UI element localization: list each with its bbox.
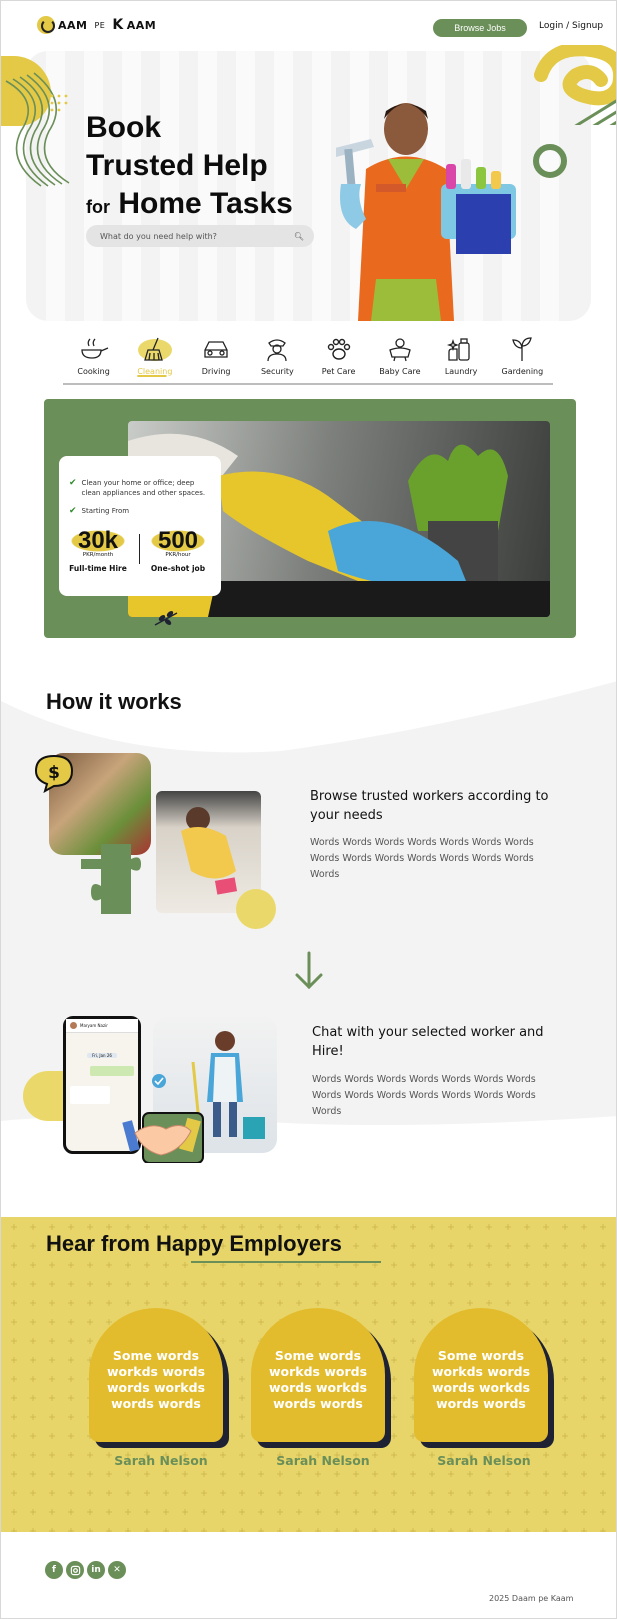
- category-driving[interactable]: Driving: [186, 335, 247, 383]
- social-links: f in ✕: [45, 1561, 126, 1579]
- chat-contact-name: Maryam Nazir: [80, 1023, 108, 1028]
- category-gardening[interactable]: Gardening: [492, 335, 553, 383]
- logo-text-3: K: [112, 17, 124, 33]
- promo-point-text: Clean your home or office; deep clean ap…: [81, 479, 206, 497]
- hero-title-for: for: [86, 197, 110, 217]
- category-bar: Cooking Cleaning Driving Security Pet Ca…: [63, 335, 553, 385]
- decor-yellow-circle: [236, 889, 276, 929]
- facebook-icon[interactable]: f: [45, 1561, 63, 1579]
- stat-one-shot: 500 PKR/hour One-shot job: [145, 528, 211, 573]
- category-label: Cleaning: [137, 367, 173, 376]
- copyright-text: 2025 Daam pe Kaam: [489, 1594, 574, 1603]
- linkedin-icon[interactable]: in: [87, 1561, 105, 1579]
- paw-icon: [322, 335, 356, 363]
- category-label: Security: [260, 367, 294, 376]
- hero-title-line3: for Home Tasks: [86, 185, 293, 226]
- promo-info-card: ✔ Clean your home or office; deep clean …: [59, 456, 221, 596]
- category-cleaning[interactable]: Cleaning: [124, 335, 185, 383]
- step2-title: Chat with your selected worker and Hire!: [312, 1025, 544, 1059]
- svg-text:$: $: [48, 763, 60, 783]
- detergent-icon: [444, 335, 478, 363]
- hero-title-line1: Book: [86, 111, 161, 144]
- testimonial-card: Some words workds words words workds wor…: [414, 1308, 554, 1448]
- testimonials-title-underline: [191, 1261, 381, 1263]
- category-label: Laundry: [444, 367, 478, 376]
- check-icon: ✔: [69, 478, 77, 488]
- guard-icon: [260, 335, 294, 363]
- stat-unit: PKR/month: [82, 552, 114, 558]
- category-security[interactable]: Security: [247, 335, 308, 383]
- search-input[interactable]: [100, 231, 294, 241]
- hero-title: Book Trusted Help for Home Tasks: [86, 109, 293, 226]
- check-icon: ✔: [69, 506, 77, 516]
- logo-text-2: PE: [94, 20, 106, 30]
- arrow-down-icon: [295, 951, 323, 990]
- puzzle-piece-icon: [81, 844, 141, 914]
- dollar-speech-bubble-icon: $: [34, 754, 74, 793]
- stat-value: 500: [145, 528, 211, 554]
- category-label: Gardening: [501, 367, 544, 376]
- testimonial-author: Sarah Nelson: [276, 1453, 370, 1468]
- baby-icon: [383, 335, 417, 363]
- login-signup-link[interactable]: Login / Signup: [539, 21, 603, 31]
- stat-unit: PKR/hour: [165, 552, 191, 558]
- category-label: Pet Care: [321, 367, 356, 376]
- testimonial-author: Sarah Nelson: [114, 1453, 208, 1468]
- decor-dots: [50, 94, 68, 112]
- promo-point-2: ✔ Starting From: [69, 506, 211, 516]
- search-bar[interactable]: 🔍︎: [86, 225, 314, 247]
- category-cooking[interactable]: Cooking: [63, 335, 124, 383]
- x-icon[interactable]: ✕: [108, 1561, 126, 1579]
- search-icon[interactable]: 🔍︎: [294, 232, 304, 241]
- testimonial-card: Some words workds words words workds wor…: [89, 1308, 229, 1448]
- testimonial-author: Sarah Nelson: [437, 1453, 531, 1468]
- chat-avatar: [70, 1022, 77, 1029]
- testimonial-text: Some words workds words words workds wor…: [251, 1308, 385, 1442]
- category-baby-care[interactable]: Baby Care: [369, 335, 430, 383]
- step1-title: Browse trusted workers according to your…: [310, 789, 549, 823]
- category-label: Baby Care: [379, 367, 421, 376]
- category-label: Cooking: [77, 367, 110, 376]
- how-it-works-title: How it works: [46, 689, 182, 714]
- cooking-pot-icon: [77, 335, 111, 363]
- browse-jobs-button[interactable]: Browse Jobs: [433, 19, 527, 37]
- category-laundry[interactable]: Laundry: [431, 335, 492, 383]
- step2-text: Words Words Words Words Words Words Word…: [312, 1074, 536, 1117]
- logo-mark-icon: [37, 16, 55, 34]
- decor-wave-lines: [5, 72, 70, 187]
- chat-bubble-received: [70, 1086, 110, 1104]
- promo-point-text: Starting From: [81, 507, 130, 515]
- hero-title-home-tasks: Home Tasks: [118, 187, 293, 220]
- category-pet-care[interactable]: Pet Care: [308, 335, 369, 383]
- stat-full-time: 30k PKR/month Full-time Hire: [65, 528, 131, 573]
- hero-worker-image: [336, 103, 516, 321]
- chat-header: Maryam Nazir: [66, 1019, 138, 1033]
- logo-text-1: AAM: [58, 18, 88, 32]
- stat-caption: Full-time Hire: [69, 564, 127, 573]
- testimonials-title: Hear from Happy Employers: [46, 1231, 342, 1256]
- sprig-icon: [154, 611, 178, 626]
- page: AAM PE K AAM Browse Jobs Login / Signup: [0, 0, 617, 1619]
- hero-title-line2: Trusted Help: [86, 149, 268, 182]
- broom-icon: [137, 335, 172, 363]
- stat-divider: [139, 534, 140, 564]
- promo-point-1: ✔ Clean your home or office; deep clean …: [69, 478, 211, 498]
- category-label: Driving: [201, 367, 231, 376]
- sprout-icon: [505, 335, 539, 363]
- instagram-icon[interactable]: [66, 1561, 84, 1579]
- handshake-icon: [122, 1074, 204, 1163]
- stat-value: 30k: [65, 528, 131, 554]
- hero-stripe: [312, 51, 331, 321]
- testimonial-text: Some words workds words words workds wor…: [414, 1308, 548, 1442]
- stat-caption: One-shot job: [150, 564, 206, 573]
- step1-text: Words Words Words Words Words Words Word…: [310, 837, 534, 880]
- car-icon: [199, 335, 233, 363]
- logo[interactable]: AAM PE K AAM: [37, 16, 156, 34]
- testimonial-text: Some words workds words words workds wor…: [89, 1308, 223, 1442]
- logo-text-4: AAM: [126, 18, 157, 32]
- chat-date: Fri, Jan 26: [87, 1053, 117, 1058]
- testimonial-card: Some words workds words words workds wor…: [251, 1308, 391, 1448]
- decor-yellow-half-circle: [23, 1071, 67, 1121]
